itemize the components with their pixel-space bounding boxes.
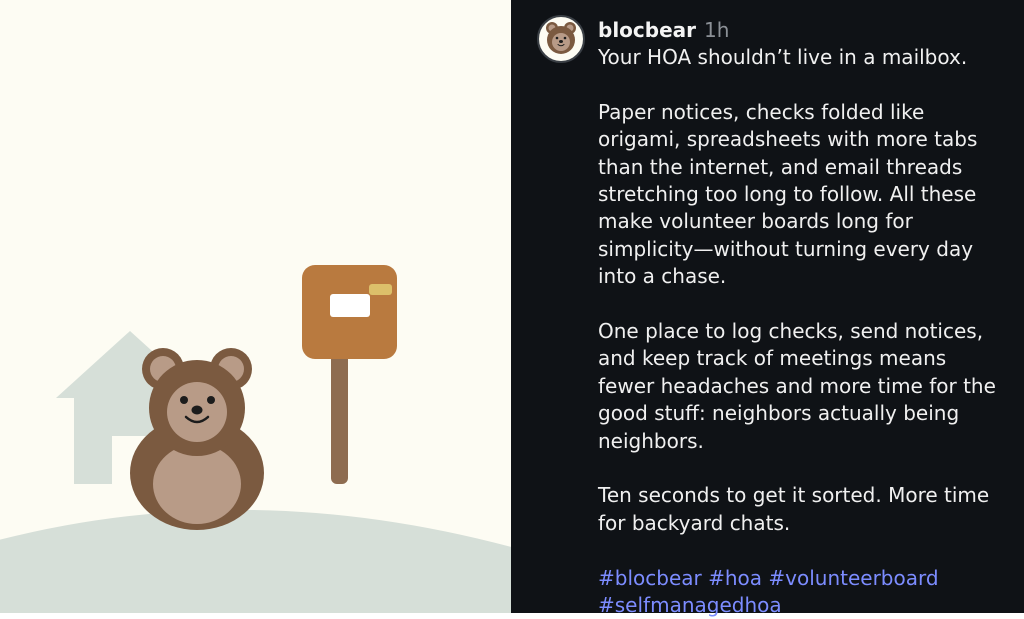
post-paragraph: Your HOA shouldn’t live in a mailbox. [598, 45, 968, 69]
hashtag-list: #blocbear #hoa #volunteerboard #selfmana… [598, 565, 998, 619]
hashtag-link[interactable]: #selfmanagedhoa [598, 593, 782, 617]
avatar[interactable] [537, 15, 585, 63]
post-header: blocbear 1h [598, 18, 729, 42]
mailbox-icon [302, 265, 397, 484]
username[interactable]: blocbear [598, 18, 696, 42]
bear-icon [130, 348, 264, 530]
post-paragraph: Ten seconds to get it sorted. More time … [598, 483, 990, 535]
post-body: Your HOA shouldn’t live in a mailbox. Pa… [598, 44, 998, 619]
timestamp[interactable]: 1h [704, 18, 729, 42]
ground-hill [0, 509, 511, 613]
illustration [0, 265, 511, 613]
hashtag-link[interactable]: #blocbear [598, 566, 702, 590]
hashtag-link[interactable]: #hoa [708, 566, 762, 590]
post-paragraph: One place to log checks, send notices, a… [598, 319, 996, 453]
bear-avatar-icon [546, 22, 576, 54]
post-paragraph: Paper notices, checks folded like origam… [598, 99, 978, 289]
hashtag-link[interactable]: #volunteerboard [768, 566, 938, 590]
post-image[interactable] [0, 0, 511, 613]
